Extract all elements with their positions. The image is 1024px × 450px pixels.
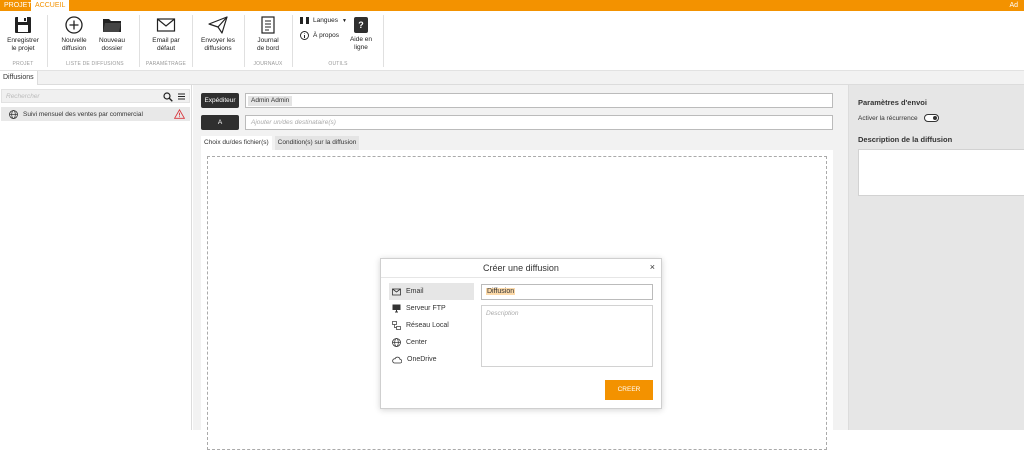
recurrence-toggle[interactable] xyxy=(923,114,939,122)
monitor-icon xyxy=(392,304,401,313)
search-input[interactable]: Rechercher xyxy=(1,89,190,103)
send-diffusions-button[interactable]: Envoyer les diffusions xyxy=(196,16,240,52)
group-divider xyxy=(244,15,245,67)
journal-button[interactable]: Journal de bord xyxy=(250,16,286,52)
tab-conditions[interactable]: Condition(s) sur la diffusion xyxy=(274,136,360,150)
notebook-icon xyxy=(261,16,275,34)
close-icon[interactable]: × xyxy=(650,262,655,272)
envelope-icon xyxy=(392,288,401,295)
help-icon: ? xyxy=(354,17,368,33)
send-diffusions-label: Envoyer les diffusions xyxy=(201,37,235,52)
group-divider xyxy=(139,15,140,67)
diffusion-name-value: Diffusion xyxy=(486,288,516,295)
save-icon xyxy=(15,17,31,33)
diffusion-type-list: Email Serveur FTP Réseau Local Center On… xyxy=(389,283,474,368)
paper-plane-icon xyxy=(208,16,228,34)
type-label: OneDrive xyxy=(407,356,437,363)
list-item-label: Suivi mensuel des ventes par commercial xyxy=(23,110,143,118)
sender-field[interactable]: Admin Admin xyxy=(245,93,833,108)
description-placeholder: Description xyxy=(486,310,519,317)
group-label-journaux: JOURNAUX xyxy=(253,61,283,67)
type-email[interactable]: Email xyxy=(389,283,474,300)
type-onedrive[interactable]: OneDrive xyxy=(389,351,474,368)
diffusion-description-field[interactable]: Description xyxy=(481,305,653,367)
type-label: Serveur FTP xyxy=(406,305,446,312)
new-folder-label: Nouveau dossier xyxy=(98,37,126,52)
languages-dropdown[interactable]: Langues ▼ xyxy=(300,17,347,24)
email-default-label: Email par défaut xyxy=(152,37,180,52)
recurrence-row: Activer la récurrence xyxy=(858,114,939,122)
group-label-outils: OUTILS xyxy=(328,61,348,67)
recipients-placeholder: Ajouter un/des destinataire(s) xyxy=(251,119,336,126)
tab-accueil[interactable]: ACCUEIL xyxy=(31,0,70,11)
recipients-input[interactable]: Ajouter un/des destinataire(s) xyxy=(245,115,833,130)
email-default-button[interactable]: Email par défaut xyxy=(146,16,186,52)
about-button[interactable]: À propos xyxy=(300,31,339,40)
diffusion-name-input[interactable]: Diffusion xyxy=(481,284,653,300)
globe-icon xyxy=(9,109,18,119)
recipients-button[interactable]: A xyxy=(201,115,239,130)
send-settings-panel: Paramètres d'envoi Activer la récurrence… xyxy=(848,85,1024,430)
save-project-label: Enregistrer le projet xyxy=(7,37,39,52)
user-label[interactable]: Ad xyxy=(1005,0,1022,11)
about-label: À propos xyxy=(313,32,340,39)
recurrence-label: Activer la récurrence xyxy=(858,114,918,122)
diffusion-list-panel: Rechercher Suivi mensuel des ventes par … xyxy=(0,85,192,430)
type-center[interactable]: Center xyxy=(389,334,474,351)
sender-chip[interactable]: Admin Admin xyxy=(248,96,293,106)
list-item[interactable]: Suivi mensuel des ventes par commercial xyxy=(1,107,190,121)
folder-icon xyxy=(103,19,121,32)
new-diffusion-button[interactable]: Nouvelle diffusion xyxy=(56,16,92,52)
envelope-icon xyxy=(156,18,176,32)
tab-diffusions[interactable]: Diffusions xyxy=(0,71,38,85)
group-divider xyxy=(47,15,48,67)
info-icon xyxy=(300,31,309,40)
help-online-button[interactable]: ? Aide en ligne xyxy=(347,17,375,51)
sender-button[interactable]: Expéditeur xyxy=(201,93,239,108)
tab-file-choice[interactable]: Choix du/des fichier(s) xyxy=(201,136,272,150)
languages-label: Langues xyxy=(313,17,338,24)
create-button[interactable]: CREER xyxy=(605,380,653,400)
group-label-liste: LISTE DE DIFFUSIONS xyxy=(66,61,124,67)
type-local-network[interactable]: Réseau Local xyxy=(389,317,474,334)
title-tab-bar: PROJET ACCUEIL Ad xyxy=(0,0,1024,11)
network-icon xyxy=(392,321,401,330)
save-project-button[interactable]: Enregistrer le projet xyxy=(4,16,42,52)
editor-tabs: Choix du/des fichier(s) Condition(s) sur… xyxy=(201,136,360,150)
type-ftp[interactable]: Serveur FTP xyxy=(389,300,474,317)
ribbon: Enregistrer le projet PROJET Nouvelle di… xyxy=(0,11,1024,71)
send-settings-title: Paramètres d'envoi xyxy=(858,98,927,107)
diffusions-strip: Diffusions xyxy=(0,71,1024,85)
cloud-icon xyxy=(392,356,402,363)
search-icon[interactable] xyxy=(163,92,173,102)
group-divider xyxy=(292,15,293,67)
help-online-label: Aide en ligne xyxy=(349,36,373,51)
globe-icon xyxy=(392,338,401,347)
group-divider xyxy=(383,15,384,67)
dialog-header: Créer une diffusion × xyxy=(381,259,661,278)
flag-icon xyxy=(300,17,309,24)
plus-circle-icon xyxy=(65,16,83,34)
search-placeholder: Rechercher xyxy=(6,93,40,100)
journal-label: Journal de bord xyxy=(256,37,280,52)
warning-icon xyxy=(174,109,185,119)
new-diffusion-label: Nouvelle diffusion xyxy=(61,37,87,52)
type-label: Center xyxy=(406,339,428,346)
new-folder-button[interactable]: Nouveau dossier xyxy=(94,16,130,52)
description-title: Description de la diffusion xyxy=(858,135,953,144)
menu-icon[interactable] xyxy=(177,92,186,101)
group-divider xyxy=(192,15,193,67)
create-diffusion-dialog: Créer une diffusion × Email Serveur FTP … xyxy=(380,258,662,409)
type-label: Réseau Local xyxy=(406,322,449,329)
group-label-parametrage: PARAMÉTRAGE xyxy=(145,61,187,67)
dialog-title: Créer une diffusion xyxy=(483,263,559,273)
diffusion-description-input[interactable] xyxy=(858,149,1024,196)
type-label: Email xyxy=(406,288,424,295)
group-label-projet: PROJET xyxy=(12,61,34,67)
